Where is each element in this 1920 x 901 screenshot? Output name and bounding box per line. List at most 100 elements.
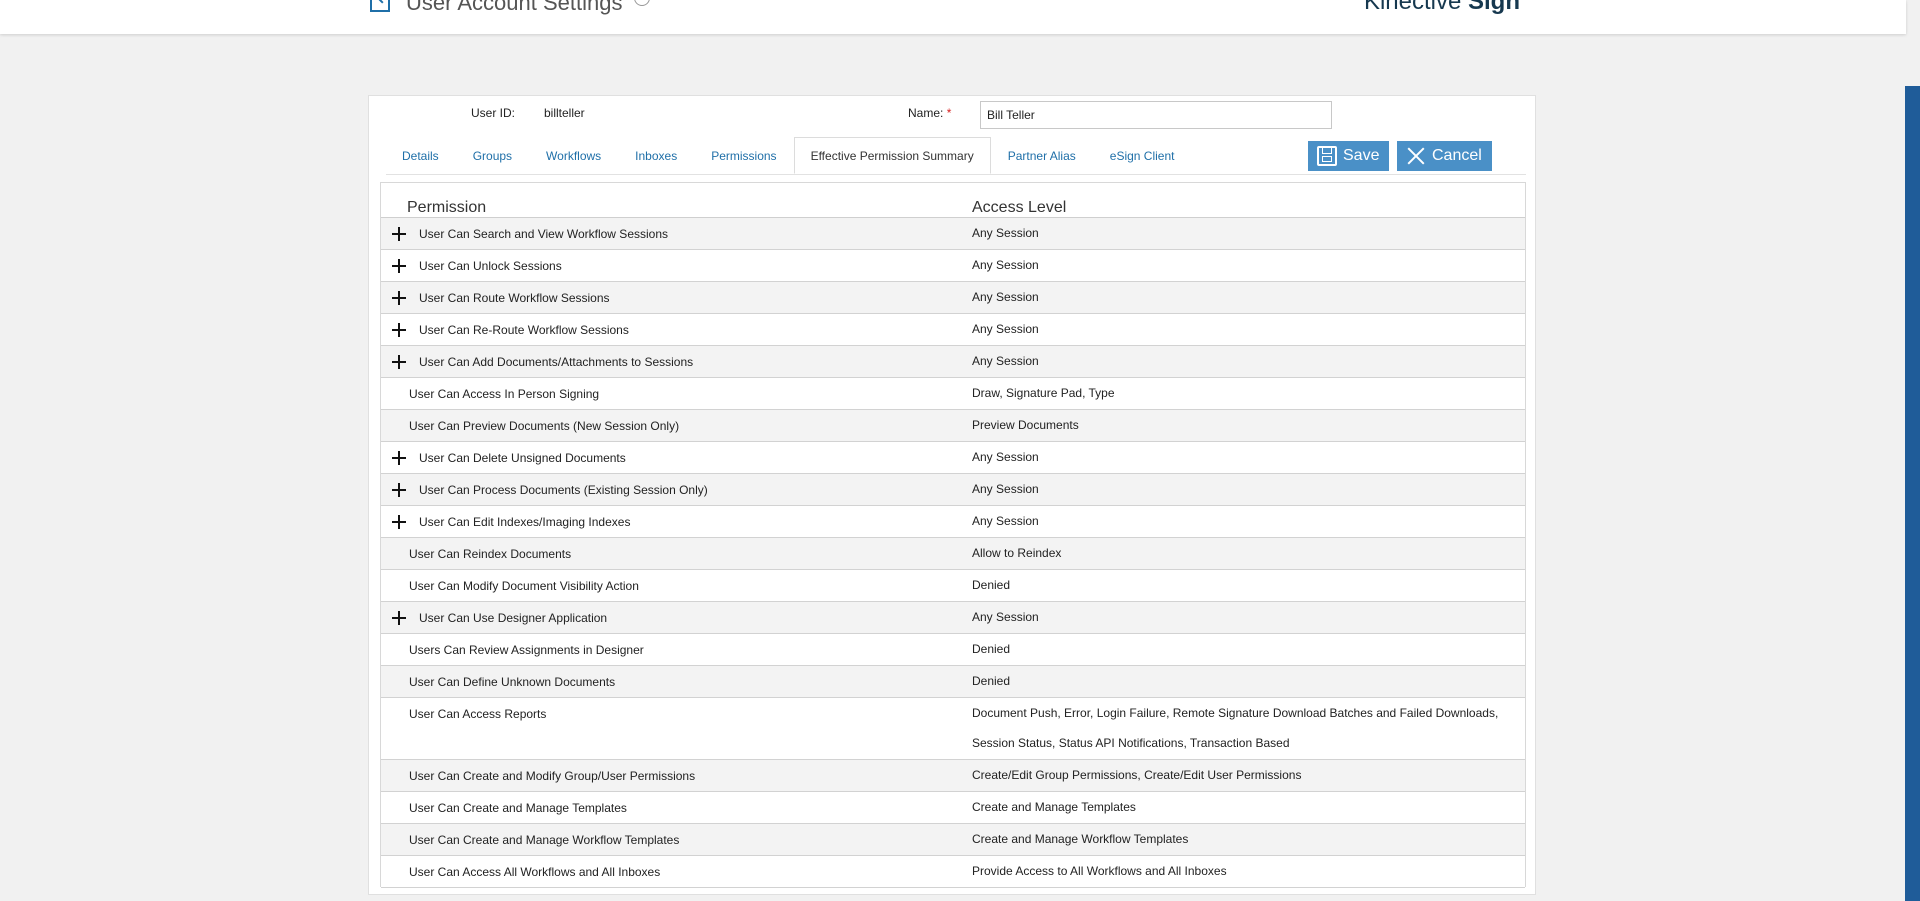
permission-summary-table: Permission Access Level User Can Search … — [380, 182, 1526, 888]
table-row: User Can Create and Manage Templates Crea… — [381, 792, 1525, 824]
access-level-value: Any Session — [972, 322, 1039, 336]
table-header: Permission Access Level — [381, 183, 1525, 218]
tab-workflows[interactable]: Workflows — [529, 137, 618, 174]
tab-details[interactable]: Details — [385, 137, 456, 174]
table-row: User Can Reindex Documents Allow to Reind… — [381, 538, 1525, 570]
permission-name: User Can Access All Workflows and All In… — [409, 865, 661, 879]
access-level-value: Any Session — [972, 610, 1039, 624]
table-row[interactable]: User Can Edit Indexes/Imaging Indexes Any… — [381, 506, 1525, 538]
access-level-value: Create/Edit Group Permissions, Create/Ed… — [972, 768, 1302, 782]
required-mark: * — [946, 106, 952, 120]
expand-plus-icon[interactable] — [392, 483, 406, 497]
cancel-button-label: Cancel — [1432, 147, 1482, 164]
brand-bold-text: Sign — [1468, 0, 1520, 15]
user-id-value: billteller — [544, 106, 585, 120]
tab-inboxes[interactable]: Inboxes — [618, 137, 694, 174]
expand-plus-icon[interactable] — [392, 611, 406, 625]
permission-name: Users Can Review Assignments in Designer — [409, 643, 644, 657]
table-row[interactable]: User Can Search and View Workflow Sessio… — [381, 218, 1525, 250]
brand-logo: Kinective Sign — [1364, 0, 1520, 16]
table-row[interactable]: User Can Route Workflow Sessions Any Sess… — [381, 282, 1525, 314]
col-header-access-level: Access Level — [972, 199, 1067, 216]
table-row: User Can Create and Manage Workflow Temp… — [381, 824, 1525, 856]
access-level-value: Document Push, Error, Login Failure, Rem… — [972, 706, 1499, 750]
access-level-value: Allow to Reindex — [972, 546, 1062, 560]
top-header: User Account Settings Kinective Sign — [0, 0, 1906, 34]
right-edge-bar — [1905, 86, 1920, 901]
access-level-value: Any Session — [972, 258, 1039, 272]
permission-name: User Can Process Documents (Existing Ses… — [419, 483, 708, 497]
table-row: User Can Create and Modify Group/User Pe… — [381, 760, 1525, 792]
expand-plus-icon[interactable] — [392, 227, 406, 241]
access-level-value: Any Session — [972, 482, 1039, 496]
permission-name: User Can Access Reports — [409, 707, 547, 721]
access-level-value: Create and Manage Workflow Templates — [972, 832, 1189, 846]
permission-name: User Can Create and Manage Templates — [409, 801, 627, 815]
permission-name: User Can Define Unknown Documents — [409, 675, 616, 689]
table-row[interactable]: User Can Delete Unsigned Documents Any Se… — [381, 442, 1525, 474]
expand-plus-icon[interactable] — [392, 451, 406, 465]
table-row: Users Can Review Assignments in Designer… — [381, 634, 1525, 666]
name-label: Name: * — [908, 106, 951, 120]
access-level-value: Any Session — [972, 450, 1039, 464]
permission-name: User Can Modify Document Visibility Acti… — [409, 579, 639, 593]
save-button-label: Save — [1343, 147, 1380, 164]
tab-partner-alias[interactable]: Partner Alias — [991, 137, 1093, 174]
tab-permissions[interactable]: Permissions — [694, 137, 793, 174]
access-level-value: Any Session — [972, 354, 1039, 368]
access-level-value: Provide Access to All Workflows and All … — [972, 864, 1227, 878]
table-row[interactable]: User Can Process Documents (Existing Ses… — [381, 474, 1525, 506]
table-row: User Can Access All Workflows and All In… — [381, 856, 1525, 888]
access-level-value: Preview Documents — [972, 418, 1079, 432]
permission-name: User Can Route Workflow Sessions — [419, 291, 610, 305]
tab-esign-client[interactable]: eSign Client — [1093, 137, 1192, 174]
expand-plus-icon[interactable] — [392, 323, 406, 337]
tab-effective-permission-summary[interactable]: Effective Permission Summary — [793, 137, 991, 174]
user-settings-icon — [370, 0, 390, 12]
access-level-value: Create and Manage Templates — [972, 800, 1136, 814]
permission-name: User Can Add Documents/Attachments to Se… — [419, 355, 694, 369]
tab-groups[interactable]: Groups — [456, 137, 529, 174]
access-level-value: Draw, Signature Pad, Type — [972, 386, 1115, 400]
permission-name: User Can Preview Documents (New Session … — [409, 419, 680, 433]
col-header-permission: Permission — [407, 199, 487, 216]
table-row: User Can Access Reports Document Push, Er… — [381, 698, 1525, 760]
access-level-value: Denied — [972, 642, 1011, 656]
brand-light-text: Kinective — [1363, 0, 1468, 15]
close-icon — [1406, 146, 1426, 166]
permission-name: User Can Edit Indexes/Imaging Indexes — [419, 515, 631, 529]
permission-name: User Can Create and Modify Group/User Pe… — [409, 769, 696, 783]
permission-name: User Can Search and View Workflow Sessio… — [419, 227, 668, 241]
expand-plus-icon[interactable] — [392, 515, 406, 529]
table-row: User Can Preview Documents (New Session … — [381, 410, 1525, 442]
table-row[interactable]: User Can Unlock Sessions Any Session — [381, 250, 1525, 282]
page-title: User Account Settings — [406, 0, 623, 15]
help-icon[interactable] — [634, 0, 650, 6]
save-icon — [1317, 146, 1337, 166]
table-row[interactable]: User Can Re-Route Workflow Sessions Any S… — [381, 314, 1525, 346]
permission-name: User Can Delete Unsigned Documents — [419, 451, 626, 465]
name-label-text: Name: — [908, 106, 944, 120]
permission-name: User Can Use Designer Application — [419, 611, 608, 625]
access-level-value: Any Session — [972, 226, 1039, 240]
tab-divider — [386, 174, 1526, 175]
save-button[interactable]: Save — [1308, 141, 1389, 171]
name-field[interactable] — [980, 101, 1332, 129]
access-level-value: Denied — [972, 674, 1011, 688]
table-row: User Can Define Unknown Documents Denied — [381, 666, 1525, 698]
access-level-value: Denied — [972, 578, 1011, 592]
expand-plus-icon[interactable] — [392, 259, 406, 273]
access-level-value: Any Session — [972, 290, 1039, 304]
table-row: User Can Modify Document Visibility Acti… — [381, 570, 1525, 602]
access-level-value: Any Session — [972, 514, 1039, 528]
table-body: User Can Search and View Workflow Sessio… — [381, 218, 1525, 888]
table-row[interactable]: User Can Use Designer Application Any Ses… — [381, 602, 1525, 634]
table-row[interactable]: User Can Add Documents/Attachments to Se… — [381, 346, 1525, 378]
cancel-button[interactable]: Cancel — [1397, 141, 1492, 171]
permission-name: User Can Reindex Documents — [409, 547, 572, 561]
settings-panel: User ID: billteller Name: * Details Grou… — [368, 95, 1536, 895]
expand-plus-icon[interactable] — [392, 291, 406, 305]
user-id-label: User ID: — [471, 106, 516, 120]
expand-plus-icon[interactable] — [392, 355, 406, 369]
tab-bar: Details Groups Workflows Inboxes Permiss… — [385, 137, 1192, 174]
